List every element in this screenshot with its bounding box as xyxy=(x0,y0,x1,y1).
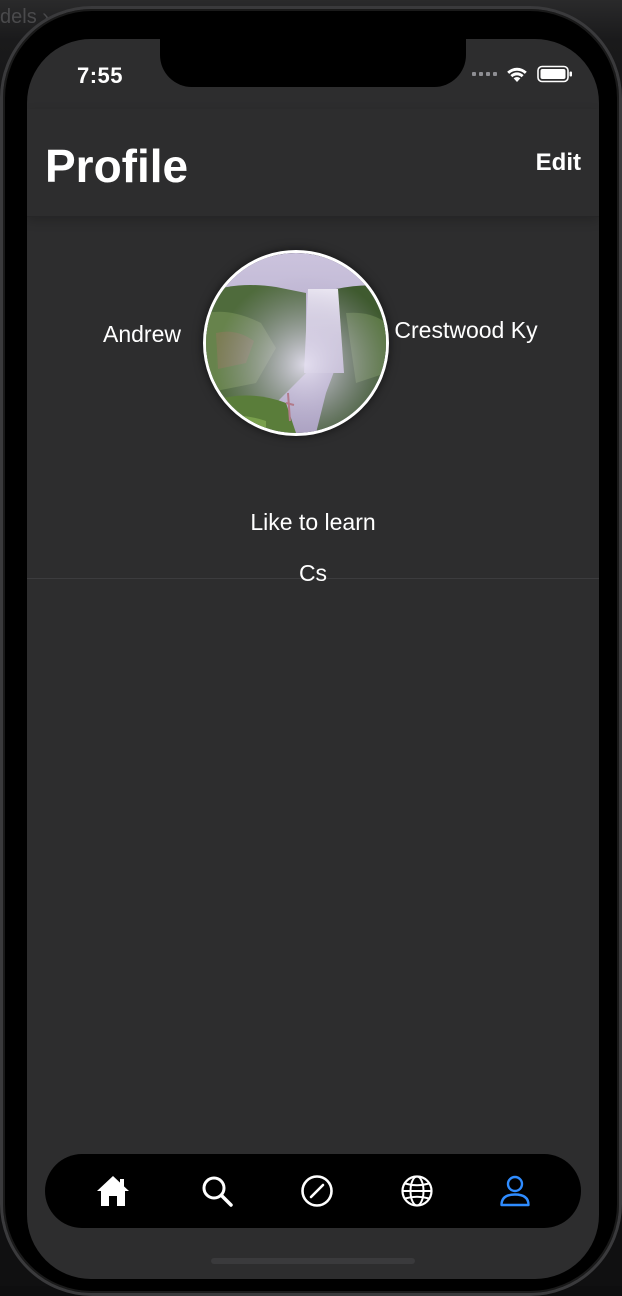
person-icon xyxy=(500,1175,530,1207)
location: Crestwood Ky xyxy=(394,317,538,343)
battery-icon xyxy=(537,65,572,83)
search-icon xyxy=(202,1176,233,1207)
cellular-signal-icon xyxy=(472,72,497,76)
wifi-icon xyxy=(507,67,527,82)
globe-icon xyxy=(401,1175,433,1207)
tab-bar xyxy=(45,1154,581,1228)
tab-explore[interactable] xyxy=(299,1173,335,1209)
tab-world[interactable] xyxy=(399,1173,435,1209)
tab-profile[interactable] xyxy=(497,1173,533,1209)
navigation-header: Profile Edit xyxy=(27,109,599,217)
tab-home[interactable] xyxy=(95,1173,131,1209)
home-indicator[interactable] xyxy=(211,1258,415,1264)
profile-section: Andrew Crestwood Ky Like to learn Cs xyxy=(27,217,599,586)
edit-button[interactable]: Edit xyxy=(536,149,581,177)
bio-line-1: Like to learn xyxy=(250,509,376,535)
phone-frame: 7:55 Profile Edit Andrew Crestwood Ky Li… xyxy=(0,6,622,1296)
page-title: Profile xyxy=(45,140,189,192)
avatar-waterfall-image xyxy=(206,253,386,433)
home-icon xyxy=(97,1176,129,1206)
avatar[interactable] xyxy=(203,250,389,436)
bio-line-2: Cs xyxy=(298,560,328,586)
first-name: Andrew xyxy=(103,321,181,347)
device-notch xyxy=(160,39,466,87)
compass-icon xyxy=(301,1175,333,1207)
status-time: 7:55 xyxy=(77,63,124,88)
status-icons xyxy=(472,65,573,83)
app-screen: 7:55 Profile Edit Andrew Crestwood Ky Li… xyxy=(27,39,599,1279)
tab-search[interactable] xyxy=(199,1173,235,1209)
